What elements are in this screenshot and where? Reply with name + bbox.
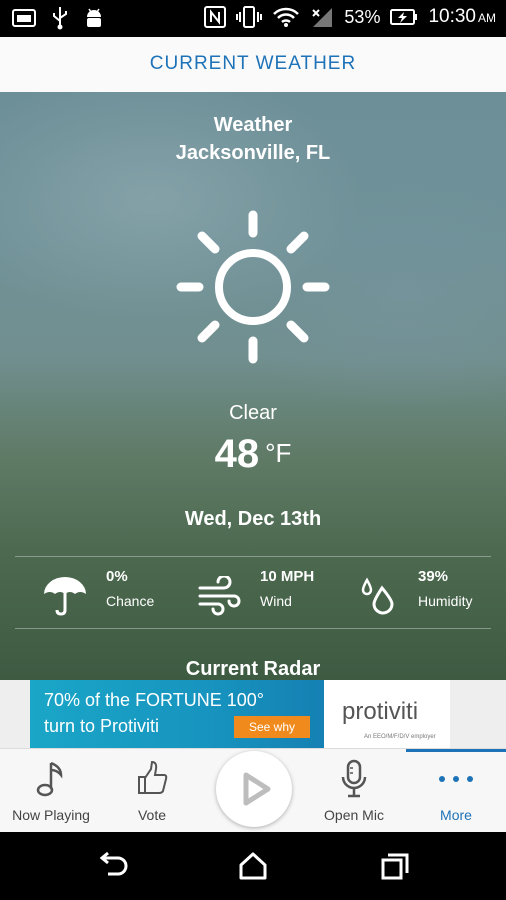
image-icon <box>12 9 36 27</box>
ad-cta-button[interactable]: See why <box>234 716 310 738</box>
weather-city: Jacksonville, FL <box>175 142 331 164</box>
app-header: CURRENT WEATHER <box>0 37 506 93</box>
radar-title: Current Radar <box>185 658 321 680</box>
nav-open-mic-label: Open Mic <box>324 807 384 823</box>
temperature-unit: °F <box>265 438 292 468</box>
ad-tagline: An EEO/M/F/D/V employer <box>364 734 436 740</box>
usb-icon <box>53 7 67 30</box>
battery-charging-icon <box>390 9 418 25</box>
home-icon[interactable] <box>238 852 268 880</box>
bottom-nav: Now Playing Vote Open Mic More <box>0 748 506 833</box>
battery-percent: 53% <box>344 6 381 27</box>
recents-icon[interactable] <box>380 852 410 880</box>
play-button[interactable] <box>216 751 292 827</box>
active-tab-indicator <box>406 749 506 752</box>
weather-title: Weather <box>213 114 293 136</box>
stat-chance: 0% Chance <box>42 556 182 628</box>
weather-date: Wed, Dec 13th <box>184 508 322 530</box>
page-title: CURRENT WEATHER <box>149 53 357 74</box>
ad-brand-panel[interactable]: protiviti An EEO/M/F/D/V employer <box>324 680 450 748</box>
system-nav-bar <box>0 832 506 900</box>
umbrella-icon <box>44 577 86 616</box>
divider <box>15 628 491 629</box>
temperature: 48 °F <box>0 432 506 477</box>
temperature-value: 48 <box>214 432 260 476</box>
sun-icon <box>176 210 330 364</box>
ad-subline: turn to Protiviti <box>44 716 160 736</box>
play-icon <box>243 772 271 806</box>
nav-more[interactable]: More <box>406 749 506 833</box>
nav-open-mic[interactable]: Open Mic <box>304 749 404 833</box>
stat-wind-label: Wind <box>260 593 292 609</box>
stat-chance-value: 0% <box>106 568 128 585</box>
ad-banner[interactable]: 70% of the FORTUNE 100° turn to Protivit… <box>0 680 506 748</box>
thumbs-up-icon <box>138 760 168 794</box>
humidity-icon <box>361 577 394 615</box>
nav-now-playing-label: Now Playing <box>12 807 90 823</box>
stat-chance-label: Chance <box>106 593 155 609</box>
vibrate-icon <box>236 6 263 28</box>
nav-more-label: More <box>440 807 472 823</box>
stat-wind-value: 10 MPH <box>260 568 315 585</box>
weather-condition: Clear <box>229 402 277 424</box>
weather-panel[interactable]: Weather Jacksonville, FL Clear 48 °F Wed,… <box>0 92 506 680</box>
stat-humidity: 39% Humidity <box>358 556 498 628</box>
stat-wind: 10 MPH Wind <box>196 556 346 628</box>
stat-humidity-value: 39% <box>418 568 449 585</box>
ad-brand-logo: protiviti <box>342 698 419 725</box>
android-icon <box>87 8 101 27</box>
stat-humidity-label: Humidity <box>418 593 473 609</box>
wind-icon <box>198 576 241 616</box>
nav-vote[interactable]: Vote <box>102 749 202 833</box>
ad-creative[interactable]: 70% of the FORTUNE 100° turn to Protivit… <box>30 680 324 748</box>
weather-stats: 0% Chance 10 MPH Wind 39% Humidity <box>0 556 506 628</box>
ad-headline: 70% of the FORTUNE 100° <box>44 690 264 710</box>
nav-vote-label: Vote <box>137 807 167 823</box>
microphone-icon <box>341 759 367 798</box>
signal-icon <box>312 8 333 27</box>
clock-ampm: AM <box>478 11 496 25</box>
clock: 10:30 AM <box>428 6 496 28</box>
wifi-icon <box>273 7 300 27</box>
nfc-icon <box>204 6 227 28</box>
back-icon[interactable] <box>98 852 130 880</box>
status-bar: 53% 10:30 AM <box>0 0 506 37</box>
nav-now-playing[interactable]: Now Playing <box>0 749 102 833</box>
more-dots-icon <box>439 776 473 782</box>
clock-time: 10:30 <box>428 6 476 27</box>
music-note-icon <box>36 761 63 797</box>
